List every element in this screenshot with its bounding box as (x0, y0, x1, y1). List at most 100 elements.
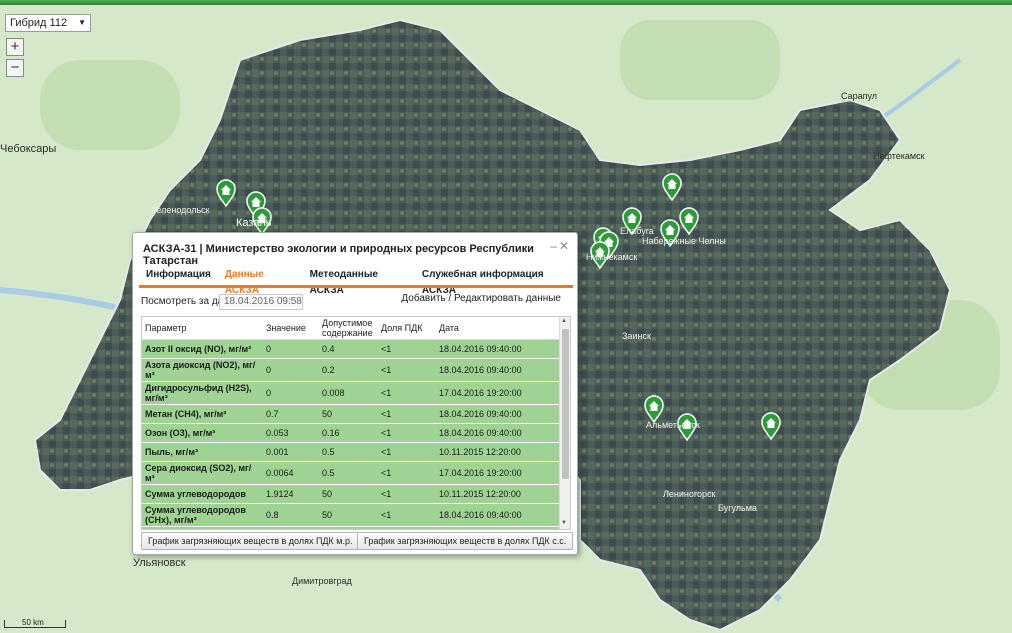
cell-pdk-share: <1 (378, 526, 436, 529)
cell-date: 10.11.2015 12:20:00 (436, 484, 559, 504)
tab-meteo[interactable]: Метеоданные АСКЗА (303, 267, 415, 296)
chart-mr-button[interactable]: График загрязняющих веществ в долях ПДК … (141, 532, 360, 550)
cell-date: 18.04.2016 09:40:00 (436, 339, 559, 359)
map-label: Димитровград (292, 576, 352, 586)
table-row[interactable]: Сера диоксид (SO2), мг/м³ 0.0064 0.5 <1 17.0… (142, 461, 559, 485)
cell-limit: 50 (319, 404, 378, 424)
map-layer-select[interactable]: Гибрид 112 ▼ (5, 14, 91, 32)
cell-parameter: Сумма углеводородов за вычетом метана (H… (142, 526, 263, 529)
close-icon[interactable]: ✕ (559, 239, 571, 253)
col-header: Доля ПДК (378, 317, 436, 340)
cell-parameter: Дигидросульфид (H2S), мг/м³ (142, 381, 263, 405)
cell-date: 18.04.2016 09:40:00 (436, 526, 559, 529)
table-row[interactable]: Сумма углеводородов за вычетом метана (H… (142, 526, 559, 529)
cell-value: 0.1 (263, 526, 319, 529)
cell-value: 0 (263, 339, 319, 359)
col-header: Дата (436, 317, 559, 340)
table-row[interactable]: Сумма углеводородов 1.9124 50 <1 10.11.2015 … (142, 484, 559, 504)
date-input[interactable]: 18.04.2016 09:58 (219, 294, 303, 310)
map-label: Казань (236, 217, 272, 229)
popup-tabs: Информация Данные АСКЗА Метеоданные АСКЗ… (139, 267, 577, 296)
cell-value: 1.9124 (263, 484, 319, 504)
measurements-table: Параметр Значение Допустимое содержание … (141, 316, 571, 530)
col-header: Значение (263, 317, 319, 340)
cell-pdk-share: <1 (378, 423, 436, 443)
tab-divider (139, 285, 573, 288)
cell-date: 17.04.2016 19:20:00 (436, 461, 559, 485)
cell-pdk-share: <1 (378, 461, 436, 485)
cell-date: 18.04.2016 09:40:00 (436, 358, 559, 382)
cell-value: 0.001 (263, 442, 319, 462)
cell-date: 17.04.2016 19:20:00 (436, 381, 559, 405)
top-accent-bar (0, 0, 1012, 5)
cell-limit: 50 (319, 526, 378, 529)
cell-pdk-share: <1 (378, 404, 436, 424)
cell-parameter: Сера диоксид (SO2), мг/м³ (142, 461, 263, 485)
chart-ss-button[interactable]: График загрязняющих веществ в долях ПДК … (357, 532, 574, 550)
cell-parameter: Азота диоксид (NO2), мг/м³ (142, 358, 263, 382)
cell-limit: 0.008 (319, 381, 378, 405)
zoom-in-button[interactable]: + (6, 38, 24, 56)
map-label: Зеленодольск (151, 205, 210, 215)
table-row[interactable]: Сумма углеводородов (CHx), мг/м³ 0.8 50 <1 1… (142, 503, 559, 527)
cell-value: 0.0064 (263, 461, 319, 485)
table-row[interactable]: Метан (CH4), мг/м³ 0.7 50 <1 18.04.2016 09:4… (142, 404, 559, 424)
station-popup: АСКЗА-31 | Министерство экологии и приро… (132, 232, 578, 555)
map-label: Ульяновск (133, 557, 186, 569)
map-label: Сарапул (841, 91, 878, 101)
map-label: Чебоксары (0, 143, 57, 155)
cell-pdk-share: <1 (378, 503, 436, 527)
cell-limit: 0.5 (319, 442, 378, 462)
scale-label: 50 km (22, 618, 44, 627)
cell-limit: 50 (319, 503, 378, 527)
cell-value: 0 (263, 358, 319, 382)
cell-parameter: Азот II оксид (NO), мг/м³ (142, 339, 263, 359)
cell-parameter: Озон (O3), мг/м³ (142, 423, 263, 443)
table-row[interactable]: Азота диоксид (NO2), мг/м³ 0 0.2 <1 18.04.20… (142, 358, 559, 382)
cell-date: 18.04.2016 09:40:00 (436, 503, 559, 527)
cell-parameter: Сумма углеводородов (CHx), мг/м³ (142, 503, 263, 527)
tab-service-info[interactable]: Служебная информация АСКЗА (415, 267, 577, 296)
cell-value: 0.053 (263, 423, 319, 443)
cell-limit: 50 (319, 484, 378, 504)
zoom-out-button[interactable]: − (6, 59, 24, 77)
map-label: Набережные Челны (642, 236, 726, 246)
minimize-icon[interactable]: – (550, 239, 559, 253)
cell-parameter: Сумма углеводородов (142, 484, 263, 504)
cell-pdk-share: <1 (378, 484, 436, 504)
cell-limit: 0.2 (319, 358, 378, 382)
map-label: Альметьевск (646, 420, 700, 430)
cell-pdk-share: <1 (378, 381, 436, 405)
map-label: Лениногорск (663, 489, 716, 499)
scroll-thumb[interactable] (562, 329, 569, 479)
popup-controls: –✕ (550, 239, 571, 253)
table-row[interactable]: Пыль, мг/м³ 0.001 0.5 <1 10.11.2015 12:20:00 (142, 442, 559, 462)
forest-patch (620, 20, 780, 100)
table-row[interactable]: Азот II оксид (NO), мг/м³ 0 0.4 <1 18.04.201… (142, 339, 559, 359)
popup-title: АСКЗА-31 | Министерство экологии и приро… (143, 243, 534, 267)
cell-value: 0.8 (263, 503, 319, 527)
table-scrollbar[interactable]: ▲ ▼ (559, 317, 570, 529)
table-row[interactable]: Дигидросульфид (H2S), мг/м³ 0 0.008 <1 17.04… (142, 381, 559, 405)
cell-pdk-share: <1 (378, 339, 436, 359)
cell-value: 0 (263, 381, 319, 405)
table-row[interactable]: Озон (O3), мг/м³ 0.053 0.16 <1 18.04.2016 09… (142, 423, 559, 443)
cell-pdk-share: <1 (378, 442, 436, 462)
map-label: Бугульма (718, 503, 757, 513)
cell-limit: 0.4 (319, 339, 378, 359)
scroll-up-icon[interactable]: ▲ (561, 318, 567, 324)
cell-limit: 0.16 (319, 423, 378, 443)
layer-select-value: Гибрид 112 (10, 17, 68, 29)
cell-date: 18.04.2016 09:40:00 (436, 423, 559, 443)
cell-date: 18.04.2016 09:40:00 (436, 404, 559, 424)
tab-info[interactable]: Информация (139, 267, 218, 283)
chevron-down-icon: ▼ (78, 18, 86, 27)
cell-parameter: Метан (CH4), мг/м³ (142, 404, 263, 424)
col-header: Параметр (142, 317, 263, 340)
map-label: Заинск (622, 331, 651, 341)
map-label: Нефтекамск (873, 151, 925, 161)
edit-data-link[interactable]: Добавить / Редактировать данные (401, 293, 561, 304)
cell-pdk-share: <1 (378, 358, 436, 382)
scroll-down-icon[interactable]: ▼ (561, 520, 567, 526)
tab-askza-data[interactable]: Данные АСКЗА (218, 267, 303, 296)
